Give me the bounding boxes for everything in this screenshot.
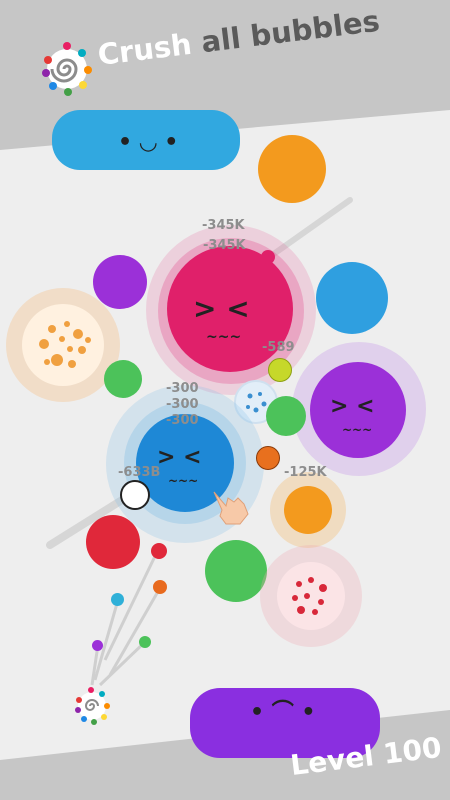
score-popup-7: -633B [118,465,161,480]
pink-bubble-face: > < [193,292,250,325]
projectile-purple [92,640,103,651]
orange-bubble[interactable] [258,135,326,203]
title-word-2: all bubbles [199,3,382,60]
top-pill-face: • ◡ • [118,130,179,155]
cyan-bubble[interactable] [316,262,388,334]
green-bubble-mid[interactable] [266,396,306,436]
score-popup-4: -300 [166,381,199,396]
basketball-icon [256,446,280,470]
score-popup-8: -125K [284,465,327,480]
swirl-logo-icon [38,40,96,98]
pink-bubble-mouth: ~~~ [206,329,242,345]
page-title: Crush all bubbles [96,4,382,72]
red-bubble[interactable] [86,515,140,569]
score-popup-1: -345K [202,218,245,233]
orange-speckles [39,321,91,368]
pink-projectile [261,250,275,264]
purple-bubble-face: > < [330,394,375,419]
score-popup-2: -345K [203,238,246,253]
red-speckles [292,577,327,615]
launcher-swirl-icon[interactable] [72,686,112,726]
soccer-ball-icon [120,480,150,510]
score-popup-5: -300 [166,397,199,412]
projectile-red [151,543,167,559]
orange-bubble-small[interactable] [284,486,332,534]
blue-bubble-face: > < [157,445,202,470]
hand-pointer-icon [208,486,252,526]
projectile-cyan [111,593,124,606]
tennis-ball-icon [268,358,292,382]
green-bubble-bottom[interactable] [205,540,267,602]
projectile-orange [153,580,167,594]
purple-bubble-mouth: ~~~ [342,423,373,437]
projectile-green [139,636,151,648]
level-label: Level 100 [288,730,444,783]
title-word-1: Crush [95,26,194,72]
score-popup-3: -589 [262,340,295,355]
blue-bubble-mouth: ~~~ [168,474,199,488]
bottom-pill-face: • ⌒ • [250,700,316,725]
purple-bubble-small[interactable] [93,255,147,309]
score-popup-6: -300 [166,413,199,428]
green-bubble-left[interactable] [104,360,142,398]
